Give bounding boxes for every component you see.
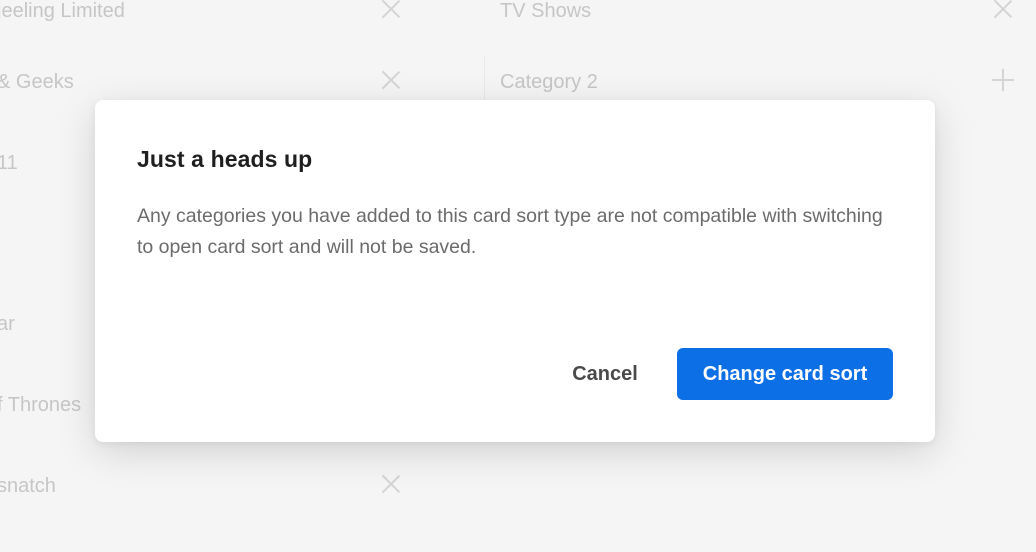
card-item: snatch [0, 461, 430, 509]
category-item-label: TV Shows [500, 0, 592, 22]
category-item: Category 2 [484, 57, 1036, 105]
confirm-dialog: Just a heads up Any categories you have … [95, 100, 935, 442]
category-input-placeholder: Category 2 [500, 71, 598, 93]
card-item-label: & Geeks [0, 71, 74, 93]
card-item: jeeling Limited [0, 0, 430, 34]
card-item-label: ar [0, 313, 15, 335]
dialog-message: Any categories you have added to this ca… [137, 205, 883, 258]
remove-card-icon[interactable] [380, 0, 402, 20]
card-item: & Geeks [0, 57, 430, 105]
remove-category-icon[interactable] [992, 0, 1014, 20]
remove-card-icon[interactable] [380, 473, 402, 495]
card-item-label: snatch [0, 475, 56, 497]
cancel-button[interactable]: Cancel [553, 348, 657, 400]
card-item-label: 11 [0, 152, 18, 174]
remove-card-icon[interactable] [380, 69, 402, 91]
card-item-label: jeeling Limited [0, 0, 125, 22]
category-item: TV Shows [484, 0, 1036, 34]
app-stage: jeeling Limited & Geeks 11 ar f Thrones … [0, 0, 1036, 552]
change-card-sort-button[interactable]: Change card sort [677, 348, 893, 400]
card-item-label: f Thrones [0, 394, 82, 416]
dialog-title: Just a heads up [137, 146, 313, 172]
add-category-icon[interactable] [992, 69, 1014, 91]
